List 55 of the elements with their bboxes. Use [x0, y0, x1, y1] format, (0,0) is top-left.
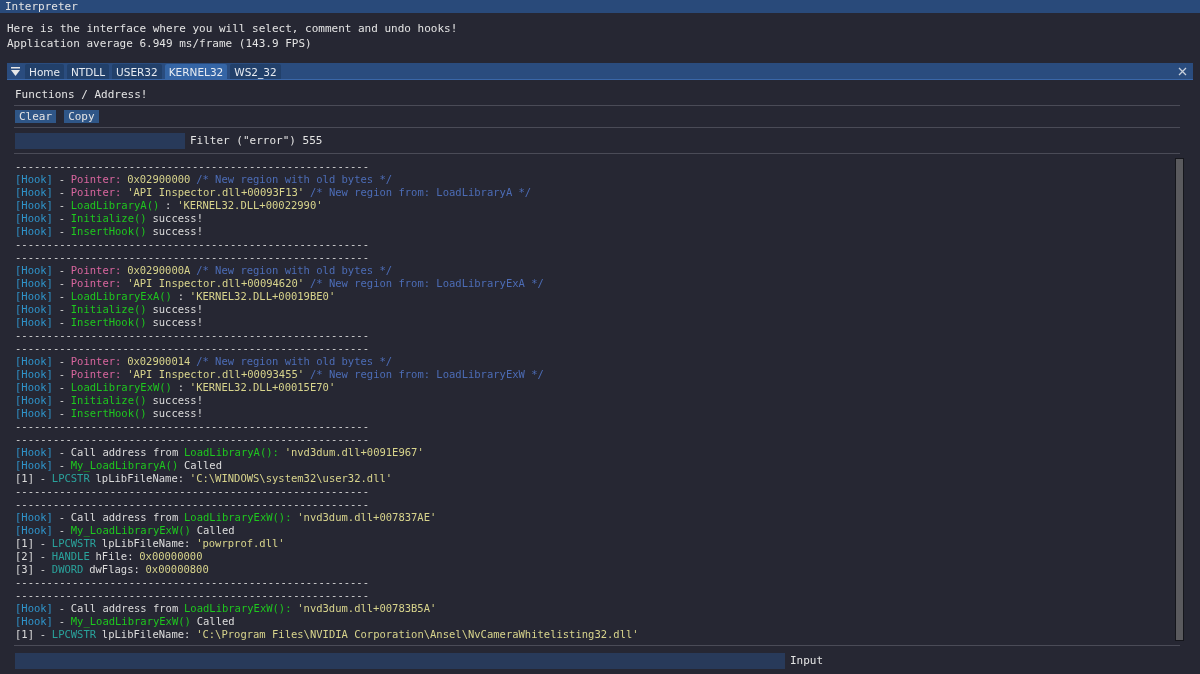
log-line: [Hook] - LoadLibraryExW() : 'KERNEL32.DLL+00015E70'	[15, 381, 337, 394]
log-line: [Hook] - Initialize() success!	[15, 303, 204, 316]
info-text: Application average 6.949 ms/frame (143.9 FPS)	[7, 36, 313, 51]
tab[interactable]: NTDLL	[67, 64, 110, 79]
log-line: --------------------------------------------------------	[15, 589, 370, 602]
log-line: [Hook] - Initialize() success!	[15, 394, 204, 407]
log-line: --------------------------------------------------------	[15, 238, 370, 251]
log-line: [Hook] - InsertHook() success!	[15, 407, 204, 420]
input-label: Input	[790, 654, 824, 667]
input-field[interactable]	[15, 652, 785, 669]
tab[interactable]: Home	[25, 64, 64, 79]
filter-label: Filter ("error") 555	[190, 134, 323, 147]
action-button[interactable]: Copy	[64, 110, 99, 123]
log-line: [Hook] - Pointer: 0x02900000 /* New region with old bytes */	[15, 173, 394, 186]
log-line: --------------------------------------------------------	[15, 485, 370, 498]
log-line: --------------------------------------------------------	[15, 160, 370, 173]
log-line: --------------------------------------------------------	[15, 329, 370, 342]
log-line: [Hook] - LoadLibraryExA() : 'KERNEL32.DLL+00019BE0'	[15, 290, 337, 303]
log-line: [Hook] - InsertHook() success!	[15, 225, 204, 238]
log-line: [1] - LPCWSTR lpLibFileName: 'C:\Program Files\NVIDIA Corporation\Ansel\NvCameraWhitelisting32.dll'	[15, 628, 640, 641]
log-line: [Hook] - Pointer: 0x02900014 /* New region with old bytes */	[15, 355, 394, 368]
section-title: Functions / Address!	[14, 87, 149, 101]
scrollbar[interactable]	[1175, 158, 1184, 641]
close-icon[interactable]	[1178, 66, 1187, 76]
log-line: --------------------------------------------------------	[15, 251, 370, 264]
log-line: [Hook] - Call address from LoadLibraryExW(): 'nvd3dum.dll+007837AE'	[15, 511, 438, 524]
log-line: [Hook] - Call address from LoadLibraryA(): 'nvd3dum.dll+0091E967'	[15, 446, 425, 459]
tab[interactable]: KERNEL32	[164, 64, 228, 79]
log-line: [Hook] - InsertHook() success!	[15, 316, 204, 329]
log-line: --------------------------------------------------------	[15, 342, 370, 355]
log-line: [Hook] - Call address from LoadLibraryExW(): 'nvd3dum.dll+00783B5A'	[15, 602, 438, 615]
log-line: [Hook] - My_LoadLibraryA() Called	[15, 459, 223, 472]
log-line: --------------------------------------------------------	[15, 498, 370, 511]
log-line: --------------------------------------------------------	[15, 576, 370, 589]
filter-field[interactable]	[15, 132, 185, 149]
log-line: [1] - LPCWSTR lpLibFileName: 'powrprof.dll'	[15, 537, 286, 550]
log-line: [Hook] - Pointer: 'API Inspector.dll+00093F13' /* New region from: LoadLibraryA */	[15, 186, 533, 199]
dropdown-triangle-icon[interactable]	[11, 66, 20, 76]
log-line: [Hook] - My_LoadLibraryExW() Called	[15, 615, 236, 628]
log-line: --------------------------------------------------------	[15, 420, 370, 433]
log-line: [Hook] - Pointer: 0x0290000A /* New region with old bytes */	[15, 264, 394, 277]
log-line: [2] - HANDLE hFile: 0x00000000	[15, 550, 204, 563]
window-title: Interpreter	[5, 0, 78, 13]
log-line: [Hook] - LoadLibraryA() : 'KERNEL32.DLL+00022990'	[15, 199, 324, 212]
log-line: [1] - LPCSTR lpLibFileName: 'C:\WINDOWS\system32\user32.dll'	[15, 472, 394, 485]
tab[interactable]: USER32	[112, 64, 162, 79]
log-line: [3] - DWORD dwFlags: 0x00000800	[15, 563, 210, 576]
log-line: --------------------------------------------------------	[15, 433, 370, 446]
action-button[interactable]: Clear	[15, 110, 57, 123]
info-text: Here is the interface where you will select, comment and undo hooks!	[7, 21, 459, 36]
log-line: [Hook] - Pointer: 'API Inspector.dll+00093455' /* New region from: LoadLibraryExW */	[15, 368, 545, 381]
log-line: [Hook] - Pointer: 'API Inspector.dll+00094620' /* New region from: LoadLibraryExA */	[15, 277, 545, 290]
log-line: [Hook] - Initialize() success!	[15, 212, 204, 225]
log-line: [Hook] - My_LoadLibraryExW() Called	[15, 524, 236, 537]
tab[interactable]: WS2_32	[230, 64, 281, 79]
